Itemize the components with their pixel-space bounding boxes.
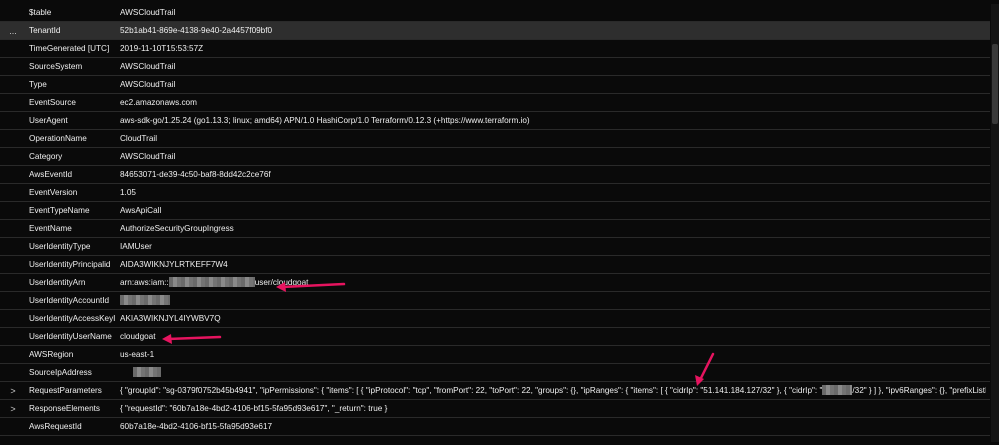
field-value: AuthorizeSecurityGroupIngress: [120, 224, 234, 233]
field-name: EventName: [29, 224, 72, 233]
field-value: us-east-1: [120, 350, 155, 359]
chevron-right-icon[interactable]: >: [0, 400, 26, 418]
record-row-useridentityaccesskeyid[interactable]: UserIdentityAccessKeyId AKIA3WIKNJYL4IYW…: [0, 310, 990, 328]
field-name: EventTypeName: [29, 206, 90, 215]
field-name: TimeGenerated [UTC]: [29, 44, 110, 53]
field-name: $table: [29, 8, 52, 17]
record-row-useridentityarn[interactable]: UserIdentityArn arn:aws:iam:: user/cloudg…: [0, 274, 990, 292]
field-name: UserAgent: [29, 116, 68, 125]
record-row-useragent[interactable]: UserAgent aws-sdk-go/1.25.24 (go1.13.3; …: [0, 112, 990, 130]
field-name: UserIdentityPrincipalid: [29, 260, 111, 269]
scrollbar-thumb[interactable]: [992, 44, 998, 124]
record-row-sourceipaddress[interactable]: SourceIpAddress: [0, 364, 990, 382]
record-row-useridentityprincipalid[interactable]: UserIdentityPrincipalid AIDA3WIKNJYLRTKE…: [0, 256, 990, 274]
record-row-timegenerated[interactable]: TimeGenerated [UTC] 2019-11-10T15:53:57Z: [0, 40, 990, 58]
field-name: UserIdentityType: [29, 242, 91, 251]
field-value: aws-sdk-go/1.25.24 (go1.13.3; linux; amd…: [120, 116, 530, 125]
field-name: EventSource: [29, 98, 76, 107]
field-value: 60b7a18e-4bd2-4106-bf15-5fa95d93e617: [120, 422, 273, 431]
record-row-type[interactable]: Type AWSCloudTrail: [0, 76, 990, 94]
field-value: 52b1ab41-869e-4138-9e40-2a4457f09bf0: [120, 26, 273, 35]
record-row-requestparameters[interactable]: > RequestParameters { "groupId": "sg-037…: [0, 382, 990, 400]
field-name: OperationName: [29, 134, 87, 143]
chevron-right-icon[interactable]: >: [0, 382, 26, 400]
record-row-awsregion[interactable]: AWSRegion us-east-1: [0, 346, 990, 364]
record-row-eventtypename[interactable]: EventTypeName AwsApiCall: [0, 202, 990, 220]
field-value: IAMUser: [120, 242, 152, 251]
field-value: { "groupId": "sg-0379f0752b45b4941", "ip…: [120, 382, 986, 400]
field-value: AIDA3WIKNJYLRTKEFF7W4: [120, 260, 228, 269]
field-value: [120, 364, 986, 382]
arn-suffix: user/cloudgoat: [254, 278, 309, 287]
field-name: AwsEventId: [29, 170, 73, 179]
arn-prefix: arn:aws:iam::: [120, 278, 169, 287]
record-details-table: $table AWSCloudTrail ... TenantId 52b1ab…: [0, 4, 990, 436]
record-row-useridentitytype[interactable]: UserIdentityType IAMUser: [0, 238, 990, 256]
field-value: 2019-11-10T15:53:57Z: [120, 44, 204, 53]
field-value: CloudTrail: [120, 134, 158, 143]
record-row-awsrequestid[interactable]: AwsRequestId 60b7a18e-4bd2-4106-bf15-5fa…: [0, 418, 990, 436]
record-row-responseelements[interactable]: > ResponseElements { "requestId": "60b7a…: [0, 400, 990, 418]
record-row-eventname[interactable]: EventName AuthorizeSecurityGroupIngress: [0, 220, 990, 238]
field-name: Type: [29, 80, 47, 89]
field-value: 84653071-de39-4c50-baf8-8dd42c2ce76f: [120, 170, 271, 179]
field-name: ResponseElements: [29, 404, 100, 413]
field-value: AWSCloudTrail: [120, 62, 176, 71]
field-name: TenantId: [29, 26, 61, 35]
field-name: EventVersion: [29, 188, 78, 197]
record-row-awseventid[interactable]: AwsEventId 84653071-de39-4c50-baf8-8dd42…: [0, 166, 990, 184]
record-row-operationname[interactable]: OperationName CloudTrail: [0, 130, 990, 148]
field-name: SourceSystem: [29, 62, 83, 71]
field-value: AKIA3WIKNJYL4IYWBV7Q: [120, 314, 221, 323]
params-suffix: /32" } ] }, "ipv6Ranges": {}, "prefixLis…: [852, 386, 986, 395]
params-prefix: { "groupId": "sg-0379f0752b45b4941", "ip…: [120, 386, 823, 395]
field-value: AWSCloudTrail: [120, 80, 176, 89]
field-value: AWSCloudTrail: [120, 8, 176, 17]
redacted-account-id: [120, 295, 170, 305]
field-name: UserIdentityAccessKeyId: [29, 314, 115, 323]
record-row-eventversion[interactable]: EventVersion 1.05: [0, 184, 990, 202]
field-value: AwsApiCall: [120, 206, 162, 215]
field-name: SourceIpAddress: [29, 368, 92, 377]
field-value: 1.05: [120, 188, 136, 197]
record-row-category[interactable]: Category AWSCloudTrail: [0, 148, 990, 166]
record-row-table[interactable]: $table AWSCloudTrail: [0, 4, 990, 22]
record-row-tenantid[interactable]: ... TenantId 52b1ab41-869e-4138-9e40-2a4…: [0, 22, 990, 40]
field-value: ec2.amazonaws.com: [120, 98, 197, 107]
ellipsis-icon[interactable]: ...: [0, 22, 26, 40]
field-value: arn:aws:iam:: user/cloudgoat: [120, 274, 986, 292]
field-name: Category: [29, 152, 63, 161]
field-value: [120, 292, 986, 310]
field-name: RequestParameters: [29, 386, 102, 395]
record-row-useridentityusername[interactable]: UserIdentityUserName cloudgoat: [0, 328, 990, 346]
redacted-ip-address: [133, 367, 161, 377]
field-name: UserIdentityUserName: [29, 332, 112, 341]
record-row-sourcesystem[interactable]: SourceSystem AWSCloudTrail: [0, 58, 990, 76]
record-row-useridentityaccountid[interactable]: UserIdentityAccountId: [0, 292, 990, 310]
field-name: UserIdentityArn: [29, 278, 86, 287]
redacted-ip-address: [822, 385, 853, 395]
field-value: { "requestId": "60b7a18e-4bd2-4106-bf15-…: [120, 404, 388, 413]
redacted-account-id: [168, 277, 255, 287]
field-name: UserIdentityAccountId: [29, 296, 110, 305]
field-name: AwsRequestId: [29, 422, 82, 431]
field-value: AWSCloudTrail: [120, 152, 176, 161]
vertical-scrollbar[interactable]: [991, 4, 999, 442]
field-value: cloudgoat: [120, 332, 156, 341]
field-name: AWSRegion: [29, 350, 74, 359]
record-row-eventsource[interactable]: EventSource ec2.amazonaws.com: [0, 94, 990, 112]
